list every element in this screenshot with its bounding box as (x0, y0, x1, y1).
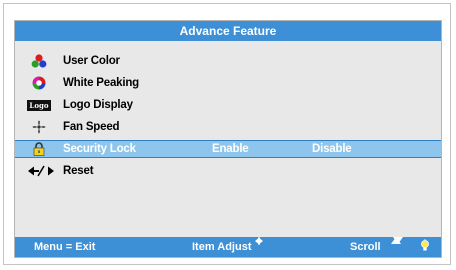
footer-bar: Menu = Exit Item Adjust Scroll (15, 237, 441, 257)
menu-item-label: Fan Speed (63, 121, 120, 133)
menu-item-label: Reset (63, 165, 94, 177)
reset-icon (28, 164, 54, 178)
footer-exit-hint: Menu = Exit (34, 241, 96, 253)
logo-icon: Logo (27, 98, 51, 112)
menu-item-label: Logo Display (63, 99, 133, 111)
footer-scroll-hint: Scroll (350, 241, 381, 253)
white-peaking-icon (30, 76, 48, 90)
option-disable[interactable]: Disable (312, 141, 352, 157)
menu-item-label: Security Lock (63, 143, 136, 155)
menu-item-label: User Color (63, 55, 120, 67)
menu-item-white-peaking[interactable]: White Peaking (15, 74, 441, 92)
menu-item-reset[interactable]: Reset (15, 162, 441, 180)
lightbulb-icon (420, 239, 430, 260)
lock-icon (30, 142, 48, 156)
option-enable[interactable]: Enable (212, 141, 249, 157)
menu-title: Advance Feature (15, 21, 441, 41)
footer-adjust-hint: Item Adjust (192, 241, 252, 253)
menu-item-fan-speed[interactable]: Fan Speed (15, 118, 441, 136)
menu-item-security-lock[interactable]: Security Lock Enable Disable (15, 140, 441, 158)
fan-icon (30, 120, 48, 134)
menu-item-label: White Peaking (63, 77, 139, 89)
logo-icon-text: Logo (27, 99, 51, 111)
menu-item-logo-display[interactable]: Logo Logo Display (15, 96, 441, 114)
menu-item-user-color[interactable]: User Color (15, 52, 441, 70)
user-color-icon (30, 54, 48, 68)
osd-menu-panel: Advance Feature User Color White Peaking (14, 20, 442, 258)
